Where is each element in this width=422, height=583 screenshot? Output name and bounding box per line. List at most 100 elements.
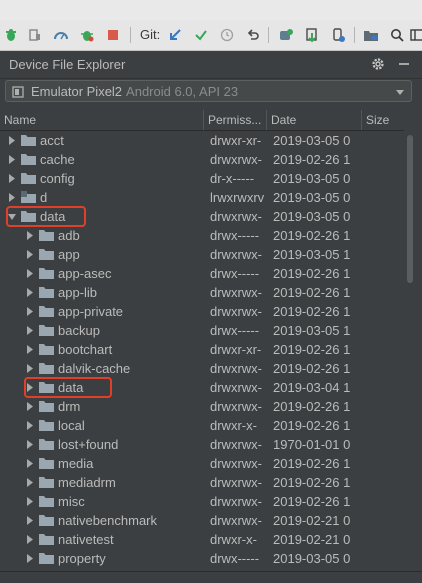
chevron-right-icon[interactable] <box>26 231 34 240</box>
chevron-right-icon[interactable] <box>26 402 34 411</box>
folder-icon <box>39 458 54 469</box>
debug-icon[interactable] <box>78 26 96 44</box>
stop-icon[interactable] <box>104 26 122 44</box>
profile-icon[interactable] <box>52 26 70 44</box>
chevron-right-icon[interactable] <box>8 174 16 183</box>
revert-icon[interactable] <box>244 26 262 44</box>
table-row[interactable]: nativetest drwxr-x- 2019-02-21 0 <box>0 530 404 549</box>
avd-manager-icon[interactable] <box>277 26 295 44</box>
toolbar-separator <box>268 27 269 43</box>
chevron-right-icon[interactable] <box>26 364 34 373</box>
sdk-manager-icon[interactable] <box>303 26 321 44</box>
folder-icon <box>39 363 54 374</box>
file-date: 2019-02-26 1 <box>273 285 351 300</box>
minimize-icon[interactable] <box>396 56 412 72</box>
file-name: cache <box>40 152 75 167</box>
table-row[interactable]: local drwxr-x- 2019-02-26 1 <box>0 416 404 435</box>
file-permissions: drwxr-x- <box>210 418 257 433</box>
table-row[interactable]: backup drwx----- 2019-03-05 1 <box>0 321 404 340</box>
table-row[interactable]: cache drwxrwx- 2019-02-26 1 <box>0 150 404 169</box>
chevron-right-icon[interactable] <box>8 155 16 164</box>
table-row[interactable]: config dr-x----- 2019-03-05 0 <box>0 169 404 188</box>
table-row[interactable]: misc drwxrwx- 2019-02-26 1 <box>0 492 404 511</box>
attach-icon[interactable] <box>26 26 44 44</box>
file-date: 2019-03-05 0 <box>273 209 351 224</box>
file-name: local <box>58 418 85 433</box>
table-row[interactable]: data drwxrwx- 2019-03-05 0 <box>0 206 404 227</box>
folder-icon <box>39 439 54 450</box>
chevron-right-icon[interactable] <box>26 497 34 506</box>
chevron-right-icon[interactable] <box>26 459 34 468</box>
column-header-name[interactable]: Name <box>0 110 204 130</box>
table-row[interactable]: acct drwxr-xr- 2019-03-05 0 <box>0 131 404 150</box>
vertical-scrollbar[interactable] <box>404 131 414 571</box>
table-row[interactable]: app drwxrwx- 2019-03-05 1 <box>0 245 404 264</box>
column-header-size[interactable]: Size <box>362 110 404 130</box>
table-row[interactable]: d lrwxrwxrv 2019-03-05 0 <box>0 188 404 207</box>
chevron-right-icon[interactable] <box>26 326 34 335</box>
folder-icon <box>39 287 54 298</box>
scrollbar-thumb[interactable] <box>407 135 413 283</box>
table-row[interactable]: media drwxrwx- 2019-02-26 1 <box>0 454 404 473</box>
file-date: 2019-02-26 1 <box>273 342 351 357</box>
chevron-right-icon[interactable] <box>26 421 34 430</box>
chevron-right-icon[interactable] <box>26 554 34 563</box>
file-permissions: drwxrwx- <box>210 456 262 471</box>
chevron-right-icon[interactable] <box>26 345 34 354</box>
layout-icon[interactable] <box>408 26 422 44</box>
chevron-right-icon[interactable] <box>26 535 34 544</box>
chevron-right-icon[interactable] <box>26 440 34 449</box>
folder-icon <box>39 534 54 545</box>
chevron-down-icon[interactable] <box>395 85 405 97</box>
folder-icon <box>39 477 54 488</box>
main-toolbar: Git: <box>0 20 422 51</box>
phone-icon <box>12 85 24 98</box>
device-selector[interactable]: Emulator Pixel2 Android 6.0, API 23 <box>5 80 412 102</box>
table-row[interactable]: bootchart drwxr-xr- 2019-02-26 1 <box>0 340 404 359</box>
git-commit-icon[interactable] <box>192 26 210 44</box>
table-row[interactable]: app-lib drwxrwx- 2019-02-26 1 <box>0 283 404 302</box>
table-row[interactable]: adb drwx----- 2019-02-26 1 <box>0 226 404 245</box>
toolbar-separator <box>354 27 355 43</box>
folder-icon <box>39 268 54 279</box>
git-update-icon[interactable] <box>166 26 184 44</box>
file-permissions: drwxrwx- <box>210 494 262 509</box>
file-permissions: drwxrwx- <box>210 304 262 319</box>
file-permissions: drwxrwx- <box>210 285 262 300</box>
table-row[interactable]: mediadrm drwxrwx- 2019-02-26 1 <box>0 473 404 492</box>
gear-icon[interactable] <box>370 56 386 72</box>
file-name: nativetest <box>58 532 114 547</box>
search-icon[interactable] <box>388 26 406 44</box>
table-row[interactable]: lost+found drwxrwx- 1970-01-01 0 <box>0 435 404 454</box>
table-row[interactable]: app-private drwxrwx- 2019-02-26 1 <box>0 302 404 321</box>
folder-icon <box>39 401 54 412</box>
table-row[interactable]: nativebenchmark drwxrwx- 2019-02-21 0 <box>0 511 404 530</box>
table-row[interactable]: data drwxrwx- 2019-03-04 1 <box>0 377 404 398</box>
history-icon[interactable] <box>218 26 236 44</box>
file-permissions: drwxr-x- <box>210 532 257 547</box>
chevron-right-icon[interactable] <box>26 269 34 278</box>
device-icon[interactable] <box>329 26 347 44</box>
bug-icon[interactable] <box>2 26 20 44</box>
file-name: backup <box>58 323 100 338</box>
project-structure-icon[interactable] <box>362 26 380 44</box>
file-date: 2019-02-26 1 <box>273 418 351 433</box>
table-row[interactable]: property drwx----- 2019-03-05 0 <box>0 549 404 568</box>
file-date: 2019-03-05 1 <box>273 247 351 262</box>
table-row[interactable]: drm drwxrwx- 2019-02-26 1 <box>0 397 404 416</box>
window-top-strip <box>0 0 422 20</box>
chevron-right-icon[interactable] <box>26 478 34 487</box>
chevron-right-icon[interactable] <box>26 516 34 525</box>
file-name: bootchart <box>58 342 113 357</box>
folder-icon <box>21 135 36 146</box>
column-header-permissions[interactable]: Permiss... <box>204 110 267 130</box>
chevron-right-icon[interactable] <box>26 307 34 316</box>
chevron-right-icon[interactable] <box>26 250 34 259</box>
table-row[interactable]: app-asec drwx----- 2019-02-26 1 <box>0 264 404 283</box>
chevron-right-icon[interactable] <box>26 288 34 297</box>
file-name: property <box>58 551 106 566</box>
chevron-right-icon[interactable] <box>8 193 16 202</box>
chevron-right-icon[interactable] <box>8 136 16 145</box>
table-row[interactable]: dalvik-cache drwxrwx- 2019-02-26 1 <box>0 359 404 378</box>
column-header-date[interactable]: Date <box>267 110 362 130</box>
